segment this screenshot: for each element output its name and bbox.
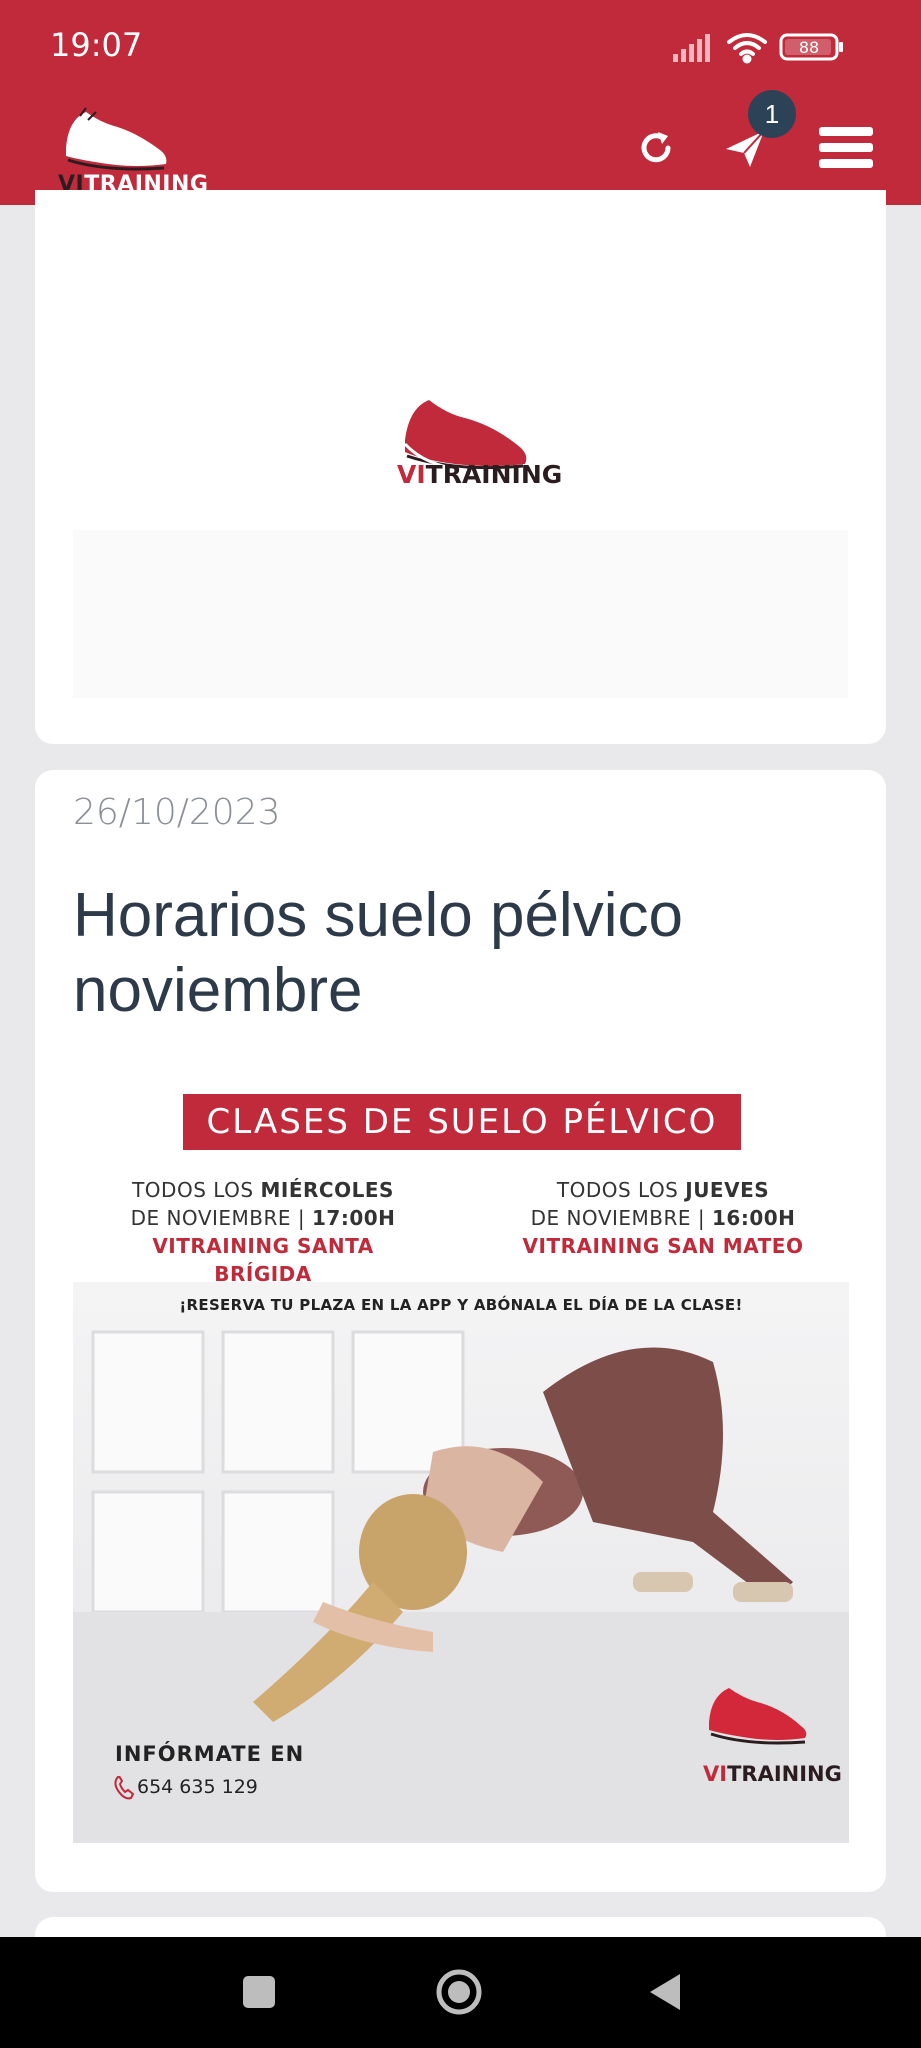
signal-wifi-battery-icons: 88 <box>673 33 843 64</box>
status-icons: 88 <box>673 30 873 64</box>
poster-logo-text: VITRAINING <box>703 1762 842 1786</box>
post-title: Horarios suelo pélvico noviembre <box>73 881 683 1025</box>
image-placeholder <box>73 530 848 698</box>
phone-icon <box>114 1776 135 1800</box>
svg-text:88: 88 <box>799 38 819 57</box>
status-bar: 19:07 88 <box>0 0 921 92</box>
placeholder-logo-text: VITRAINING <box>397 460 563 489</box>
system-navigation-bar <box>0 1937 921 2048</box>
home-button[interactable] <box>434 1967 484 2017</box>
news-card-placeholder[interactable]: VITRAINING <box>35 190 886 744</box>
signal-icon <box>673 34 710 62</box>
back-button[interactable] <box>640 1967 690 2017</box>
news-card-post[interactable]: 26/10/2023 Horarios suelo pélvico noviem… <box>35 770 886 1892</box>
info-label: INFÓRMATE EN <box>115 1742 305 1766</box>
status-time: 19:07 <box>50 26 143 64</box>
info-phone: 654 635 129 <box>137 1776 258 1798</box>
menu-button[interactable] <box>816 120 876 176</box>
post-image[interactable]: CLASES DE SUELO PÉLVICO TODOS LOS MIÉRCO… <box>73 1070 849 1843</box>
post-date: 26/10/2023 <box>73 792 281 833</box>
schedule-right: TODOS LOS JUEVES DE NOVIEMBRE | 16:00H V… <box>522 1178 804 1258</box>
battery-icon: 88 <box>779 33 843 61</box>
recents-icon <box>243 1976 275 2008</box>
poster-photo: ¡RESERVA TU PLAZA EN LA APP Y ABÓNALA EL… <box>73 1282 849 1843</box>
poster-heading: CLASES DE SUELO PÉLVICO <box>183 1094 741 1150</box>
menu-icon <box>819 127 873 168</box>
refresh-button[interactable] <box>628 120 684 176</box>
back-icon <box>650 1974 680 2010</box>
wifi-icon <box>727 33 767 64</box>
recents-button[interactable] <box>234 1967 284 2017</box>
refresh-icon <box>641 132 671 163</box>
schedule-left: TODOS LOS MIÉRCOLES DE NOVIEMBRE | 17:00… <box>130 1178 396 1286</box>
vitraining-logo-icon <box>403 400 527 472</box>
app-header: VITRAINING 1 <box>0 90 921 205</box>
home-icon <box>436 1969 482 2015</box>
vitraining-logo-icon <box>709 1688 807 1745</box>
notification-badge: 1 <box>748 90 796 138</box>
